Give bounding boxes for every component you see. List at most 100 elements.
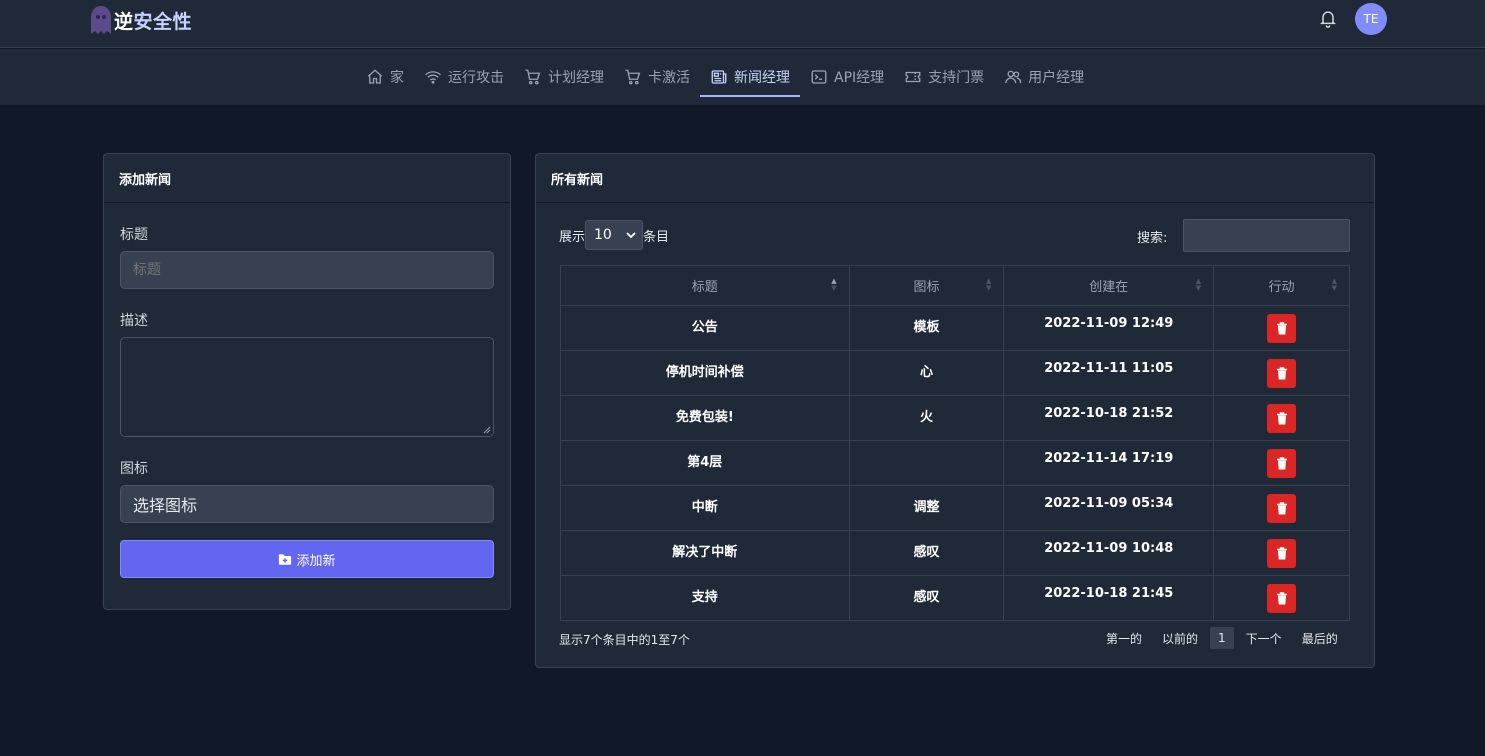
- cell-title: 公告: [560, 305, 850, 351]
- nav-label: API经理: [834, 70, 885, 86]
- cell-icon: 感叹: [848, 530, 1005, 576]
- description-textarea[interactable]: [120, 337, 494, 437]
- cell-created: 2022-11-14 17:19: [1003, 440, 1215, 486]
- news-table: 标题 ▲ ▼ 图标 ▲ ▼ 创建在 ▲ ▼ 行动 ▲ ▼ 公告 模板 2022-11-09 12…: [560, 265, 1350, 621]
- table-header-row: 标题 ▲ ▼ 图标 ▲ ▼ 创建在 ▲ ▼ 行动 ▲ ▼: [560, 265, 1350, 306]
- nav-api-manager[interactable]: API经理: [800, 49, 894, 105]
- cell-created: 2022-11-09 05:34: [1003, 485, 1215, 531]
- user-avatar[interactable]: TE: [1355, 3, 1387, 35]
- newspaper-icon: [711, 70, 727, 84]
- chevron-down-icon: [626, 232, 636, 238]
- cell-title: 停机时间补偿: [560, 350, 850, 396]
- pager-prev[interactable]: 以前的: [1152, 630, 1208, 647]
- column-created[interactable]: 创建在 ▲ ▼: [1003, 265, 1215, 306]
- cell-actions: [1213, 395, 1350, 441]
- column-icon[interactable]: 图标 ▲ ▼: [848, 265, 1005, 306]
- icon-select[interactable]: 选择图标: [120, 485, 494, 523]
- nav-news-manager[interactable]: 新闻经理: [700, 49, 800, 105]
- table-row: 公告 模板 2022-11-09 12:49: [560, 305, 1350, 351]
- table-info: 显示7个条目中的1至7个: [559, 633, 690, 647]
- table-row: 支持 感叹 2022-10-18 21:45: [560, 575, 1350, 621]
- nav-label: 计划经理: [548, 70, 604, 86]
- cell-title: 免费包装!: [560, 395, 850, 441]
- cell-icon: 模板: [848, 305, 1005, 351]
- cell-actions: [1213, 305, 1350, 351]
- wifi-icon: [425, 71, 441, 84]
- cell-created: 2022-10-18 21:52: [1003, 395, 1215, 441]
- pager-last[interactable]: 最后的: [1292, 630, 1348, 647]
- add-news-button-label: 添加新: [296, 553, 336, 569]
- title-label: 标题: [120, 227, 148, 243]
- table-row: 第4层 2022-11-14 17:19: [560, 440, 1350, 486]
- trash-icon: [1276, 502, 1287, 515]
- brand-logo[interactable]: 逆安全性: [90, 4, 192, 36]
- pager-current[interactable]: 1: [1210, 627, 1234, 649]
- pagination: 第一的 以前的 1 下一个 最后的: [1096, 627, 1348, 649]
- sort-icon: ▲ ▼: [831, 277, 837, 292]
- delete-button[interactable]: [1267, 494, 1297, 523]
- entries-label: 条目: [643, 229, 670, 245]
- page-length-value: 10: [594, 227, 612, 243]
- add-news-title: 添加新闻: [104, 154, 510, 203]
- nav-card-activation[interactable]: 卡激活: [614, 49, 700, 105]
- bell-icon[interactable]: [1318, 8, 1338, 28]
- page-length-select[interactable]: 10: [585, 220, 644, 250]
- cell-icon: 感叹: [848, 575, 1005, 621]
- ghost-logo-icon: [91, 6, 111, 34]
- trash-icon: [1276, 592, 1287, 605]
- column-actions[interactable]: 行动 ▲ ▼: [1213, 265, 1350, 306]
- sort-icon: ▲ ▼: [1331, 277, 1337, 292]
- sort-icon: ▲ ▼: [1195, 277, 1202, 292]
- cell-created: 2022-11-09 10:48: [1003, 530, 1215, 576]
- cell-actions: [1213, 440, 1350, 486]
- cell-icon: 心: [848, 350, 1005, 396]
- column-title[interactable]: 标题 ▲ ▼: [560, 265, 850, 306]
- add-news-card: 添加新闻 标题 描述 图标 选择图标 添加新: [103, 153, 511, 610]
- cell-created: 2022-11-09 12:49: [1003, 305, 1215, 351]
- nav-label: 新闻经理: [734, 70, 790, 86]
- pager-first[interactable]: 第一的: [1096, 630, 1152, 647]
- delete-button[interactable]: [1267, 314, 1297, 343]
- ticket-icon: [905, 71, 921, 83]
- home-icon: [367, 69, 383, 84]
- table-row: 停机时间补偿 心 2022-11-11 11:05: [560, 350, 1350, 396]
- cell-actions: [1213, 530, 1350, 576]
- cell-title: 支持: [560, 575, 850, 621]
- cell-title: 中断: [560, 485, 850, 531]
- trash-icon: [1276, 547, 1287, 560]
- table-row: 免费包装! 火 2022-10-18 21:52: [560, 395, 1350, 441]
- table-row: 中断 调整 2022-11-09 05:34: [560, 485, 1350, 531]
- top-header: 逆安全性 TE: [0, 0, 1485, 48]
- show-label: 展示: [559, 229, 586, 245]
- nav-run-attack[interactable]: 运行攻击: [414, 49, 514, 105]
- nav-label: 家: [390, 70, 404, 86]
- nav-home[interactable]: 家: [356, 49, 414, 105]
- folder-plus-icon: [279, 553, 292, 565]
- main-nav: 家 运行攻击 计划经理 卡激活 新闻经理 API经理 支持门票 用户经理: [0, 49, 1485, 105]
- delete-button[interactable]: [1267, 359, 1297, 388]
- trash-icon: [1276, 322, 1287, 335]
- all-news-card: 所有新闻 展示 10 条目 搜索: 标题 ▲ ▼ 图标 ▲ ▼ 创建在 ▲ ▼ 行动 ▲ ▼ 公…: [535, 153, 1375, 668]
- cell-actions: [1213, 575, 1350, 621]
- delete-button[interactable]: [1267, 584, 1297, 613]
- resize-handle-icon[interactable]: [483, 426, 491, 434]
- brand-name: 逆安全性: [114, 10, 193, 33]
- title-input[interactable]: [120, 251, 494, 289]
- cell-icon: [848, 440, 1005, 486]
- add-news-button[interactable]: 添加新: [120, 540, 494, 578]
- nav-plan-manager[interactable]: 计划经理: [514, 49, 614, 105]
- nav-label: 用户经理: [1028, 70, 1085, 86]
- pager-next[interactable]: 下一个: [1236, 630, 1292, 647]
- cell-icon: 火: [848, 395, 1005, 441]
- cell-title: 第4层: [560, 440, 850, 486]
- delete-button[interactable]: [1267, 404, 1297, 433]
- nav-label: 支持门票: [928, 70, 985, 86]
- search-input[interactable]: [1183, 219, 1350, 252]
- all-news-title: 所有新闻: [536, 154, 1374, 203]
- cell-created: 2022-10-18 21:45: [1003, 575, 1215, 621]
- nav-support-tickets[interactable]: 支持门票: [894, 49, 994, 105]
- delete-button[interactable]: [1267, 449, 1297, 478]
- nav-user-manager[interactable]: 用户经理: [994, 49, 1094, 105]
- cell-actions: [1213, 485, 1350, 531]
- delete-button[interactable]: [1267, 539, 1297, 568]
